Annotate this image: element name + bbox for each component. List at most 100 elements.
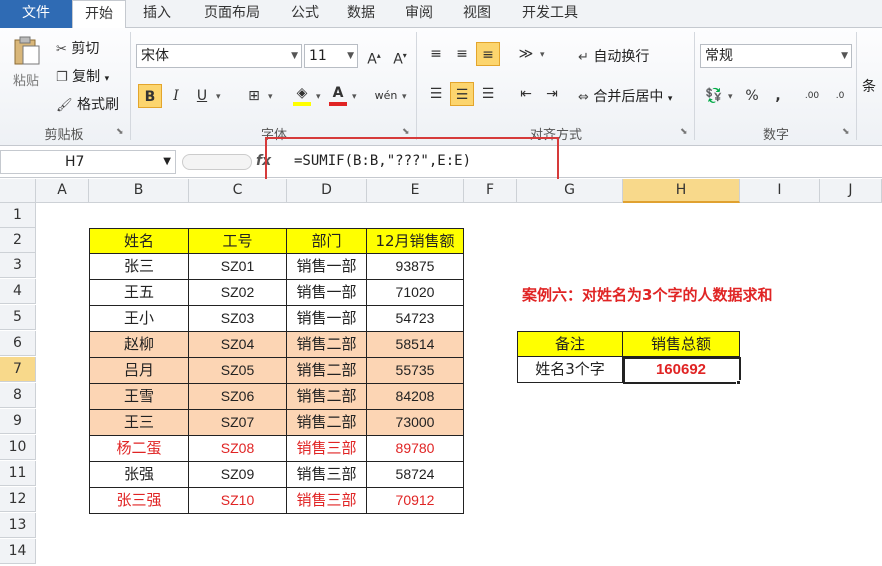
row-header-1[interactable]: 1 (0, 203, 36, 228)
shrink-font-icon[interactable]: A▾ (388, 44, 412, 68)
align-top-icon[interactable]: ≡ (424, 42, 448, 66)
tab-data[interactable]: 数据 (336, 0, 386, 28)
row-header-10[interactable]: 10 (0, 435, 36, 460)
row-header-13[interactable]: 13 (0, 513, 36, 538)
chevron-down-icon[interactable]: ▾ (402, 92, 407, 102)
italic-button[interactable]: I (164, 84, 188, 108)
formula-input[interactable]: =SUMIF(B:B,"???",E:E) (280, 150, 882, 174)
table-cell[interactable]: 销售二部 (287, 384, 367, 410)
format-painter-button[interactable]: 🖌 格式刷 (56, 94, 119, 114)
table-cell[interactable]: 销售二部 (287, 358, 367, 384)
column-header-b[interactable]: B (89, 179, 189, 203)
tab-developer[interactable]: 开发工具 (510, 0, 590, 28)
styles-group-button[interactable]: 条 (862, 76, 882, 96)
tab-view[interactable]: 视图 (452, 0, 502, 28)
table-cell[interactable]: 张三 (89, 254, 189, 280)
currency-icon[interactable]: 💱 (702, 84, 726, 108)
column-header-g[interactable]: G (517, 179, 623, 203)
column-header-a[interactable]: A (36, 179, 89, 203)
chevron-down-icon[interactable]: ▾ (268, 92, 273, 102)
copy-button[interactable]: ❐ 复制 ▾ (56, 66, 109, 86)
chevron-down-icon[interactable]: ▾ (728, 92, 733, 102)
table-cell[interactable]: 73000 (367, 410, 464, 436)
table-cell[interactable]: SZ08 (189, 436, 287, 462)
wrap-text-button[interactable]: ↵ 自动换行 (578, 46, 649, 66)
chevron-down-icon[interactable]: ▾ (352, 92, 357, 102)
underline-button[interactable]: U (190, 84, 214, 108)
table-cell[interactable]: 销售三部 (287, 488, 367, 514)
row-header-9[interactable]: 9 (0, 409, 36, 434)
table-cell[interactable]: 54723 (367, 306, 464, 332)
table-cell[interactable]: SZ10 (189, 488, 287, 514)
row-header-2[interactable]: 2 (0, 228, 36, 253)
summary-header-note[interactable]: 备注 (517, 331, 623, 357)
tab-page-layout[interactable]: 页面布局 (192, 0, 272, 28)
font-color-icon[interactable]: A (326, 84, 350, 108)
row-header-4[interactable]: 4 (0, 279, 36, 304)
table-cell[interactable]: 销售三部 (287, 436, 367, 462)
table-cell[interactable]: 销售一部 (287, 254, 367, 280)
increase-decimal-icon[interactable]: .00 (800, 84, 824, 108)
select-all-corner[interactable] (0, 179, 36, 203)
align-middle-icon[interactable]: ≡ (450, 42, 474, 66)
fill-color-icon[interactable]: ◈ (290, 84, 314, 108)
chevron-down-icon[interactable]: ▾ (540, 50, 545, 60)
fill-handle[interactable] (736, 380, 741, 385)
row-header-5[interactable]: 5 (0, 305, 36, 330)
align-bottom-icon[interactable]: ≡ (476, 42, 500, 66)
align-center-icon[interactable]: ☰ (450, 82, 474, 106)
phonetic-icon[interactable]: wén (374, 84, 398, 108)
table-cell[interactable]: SZ05 (189, 358, 287, 384)
alignment-launcher-icon[interactable]: ⬊ (680, 127, 688, 137)
table-cell[interactable]: 89780 (367, 436, 464, 462)
decrease-decimal-icon[interactable]: .0 (828, 84, 852, 108)
table-header-cell[interactable]: 12月销售额 (367, 228, 464, 254)
merge-center-button[interactable]: ⇔ 合并后居中 ▾ (578, 86, 672, 106)
table-cell[interactable]: 王小 (89, 306, 189, 332)
tab-home[interactable]: 开始 (72, 0, 126, 29)
comma-style-icon[interactable]: , (766, 84, 790, 108)
row-header-7[interactable]: 7 (0, 357, 36, 382)
table-header-cell[interactable]: 姓名 (89, 228, 189, 254)
table-cell[interactable]: 销售二部 (287, 410, 367, 436)
orientation-icon[interactable]: ≫ (514, 42, 538, 66)
summary-note-cell[interactable]: 姓名3个字 (517, 357, 623, 383)
table-cell[interactable]: SZ04 (189, 332, 287, 358)
table-cell[interactable]: SZ09 (189, 462, 287, 488)
table-cell[interactable]: 王五 (89, 280, 189, 306)
table-cell[interactable]: SZ02 (189, 280, 287, 306)
table-cell[interactable]: 58514 (367, 332, 464, 358)
row-header-14[interactable]: 14 (0, 539, 36, 564)
formula-bar-splitter[interactable] (182, 154, 252, 170)
table-cell[interactable]: SZ06 (189, 384, 287, 410)
table-cell[interactable]: 张三强 (89, 488, 189, 514)
tab-formulas[interactable]: 公式 (280, 0, 330, 28)
table-cell[interactable]: 赵柳 (89, 332, 189, 358)
tab-review[interactable]: 审阅 (394, 0, 444, 28)
summary-header-total[interactable]: 销售总额 (623, 331, 740, 357)
paste-button[interactable]: 粘贴 (6, 34, 46, 89)
chevron-down-icon[interactable]: ▾ (216, 92, 221, 102)
column-header-c[interactable]: C (189, 179, 287, 203)
font-size-select[interactable]: 11 ▼ (304, 44, 358, 68)
table-cell[interactable]: 吕月 (89, 358, 189, 384)
number-format-select[interactable]: 常规 ▼ (700, 44, 852, 68)
number-launcher-icon[interactable]: ⬊ (842, 127, 850, 137)
table-cell[interactable]: 71020 (367, 280, 464, 306)
percent-button[interactable]: % (740, 84, 764, 108)
bold-button[interactable]: B (138, 84, 162, 108)
grow-font-icon[interactable]: A▴ (362, 44, 386, 68)
table-header-cell[interactable]: 部门 (287, 228, 367, 254)
table-cell[interactable]: 王三 (89, 410, 189, 436)
table-cell[interactable]: 王雪 (89, 384, 189, 410)
column-header-i[interactable]: I (740, 179, 820, 203)
table-cell[interactable]: 销售一部 (287, 280, 367, 306)
table-cell[interactable]: 58724 (367, 462, 464, 488)
row-header-8[interactable]: 8 (0, 383, 36, 408)
summary-total-cell[interactable]: 160692 (623, 357, 740, 383)
table-cell[interactable]: 销售二部 (287, 332, 367, 358)
row-header-6[interactable]: 6 (0, 331, 36, 356)
row-header-12[interactable]: 12 (0, 487, 36, 512)
align-right-icon[interactable]: ☰ (476, 82, 500, 106)
insert-function-button[interactable]: fx (256, 153, 271, 169)
